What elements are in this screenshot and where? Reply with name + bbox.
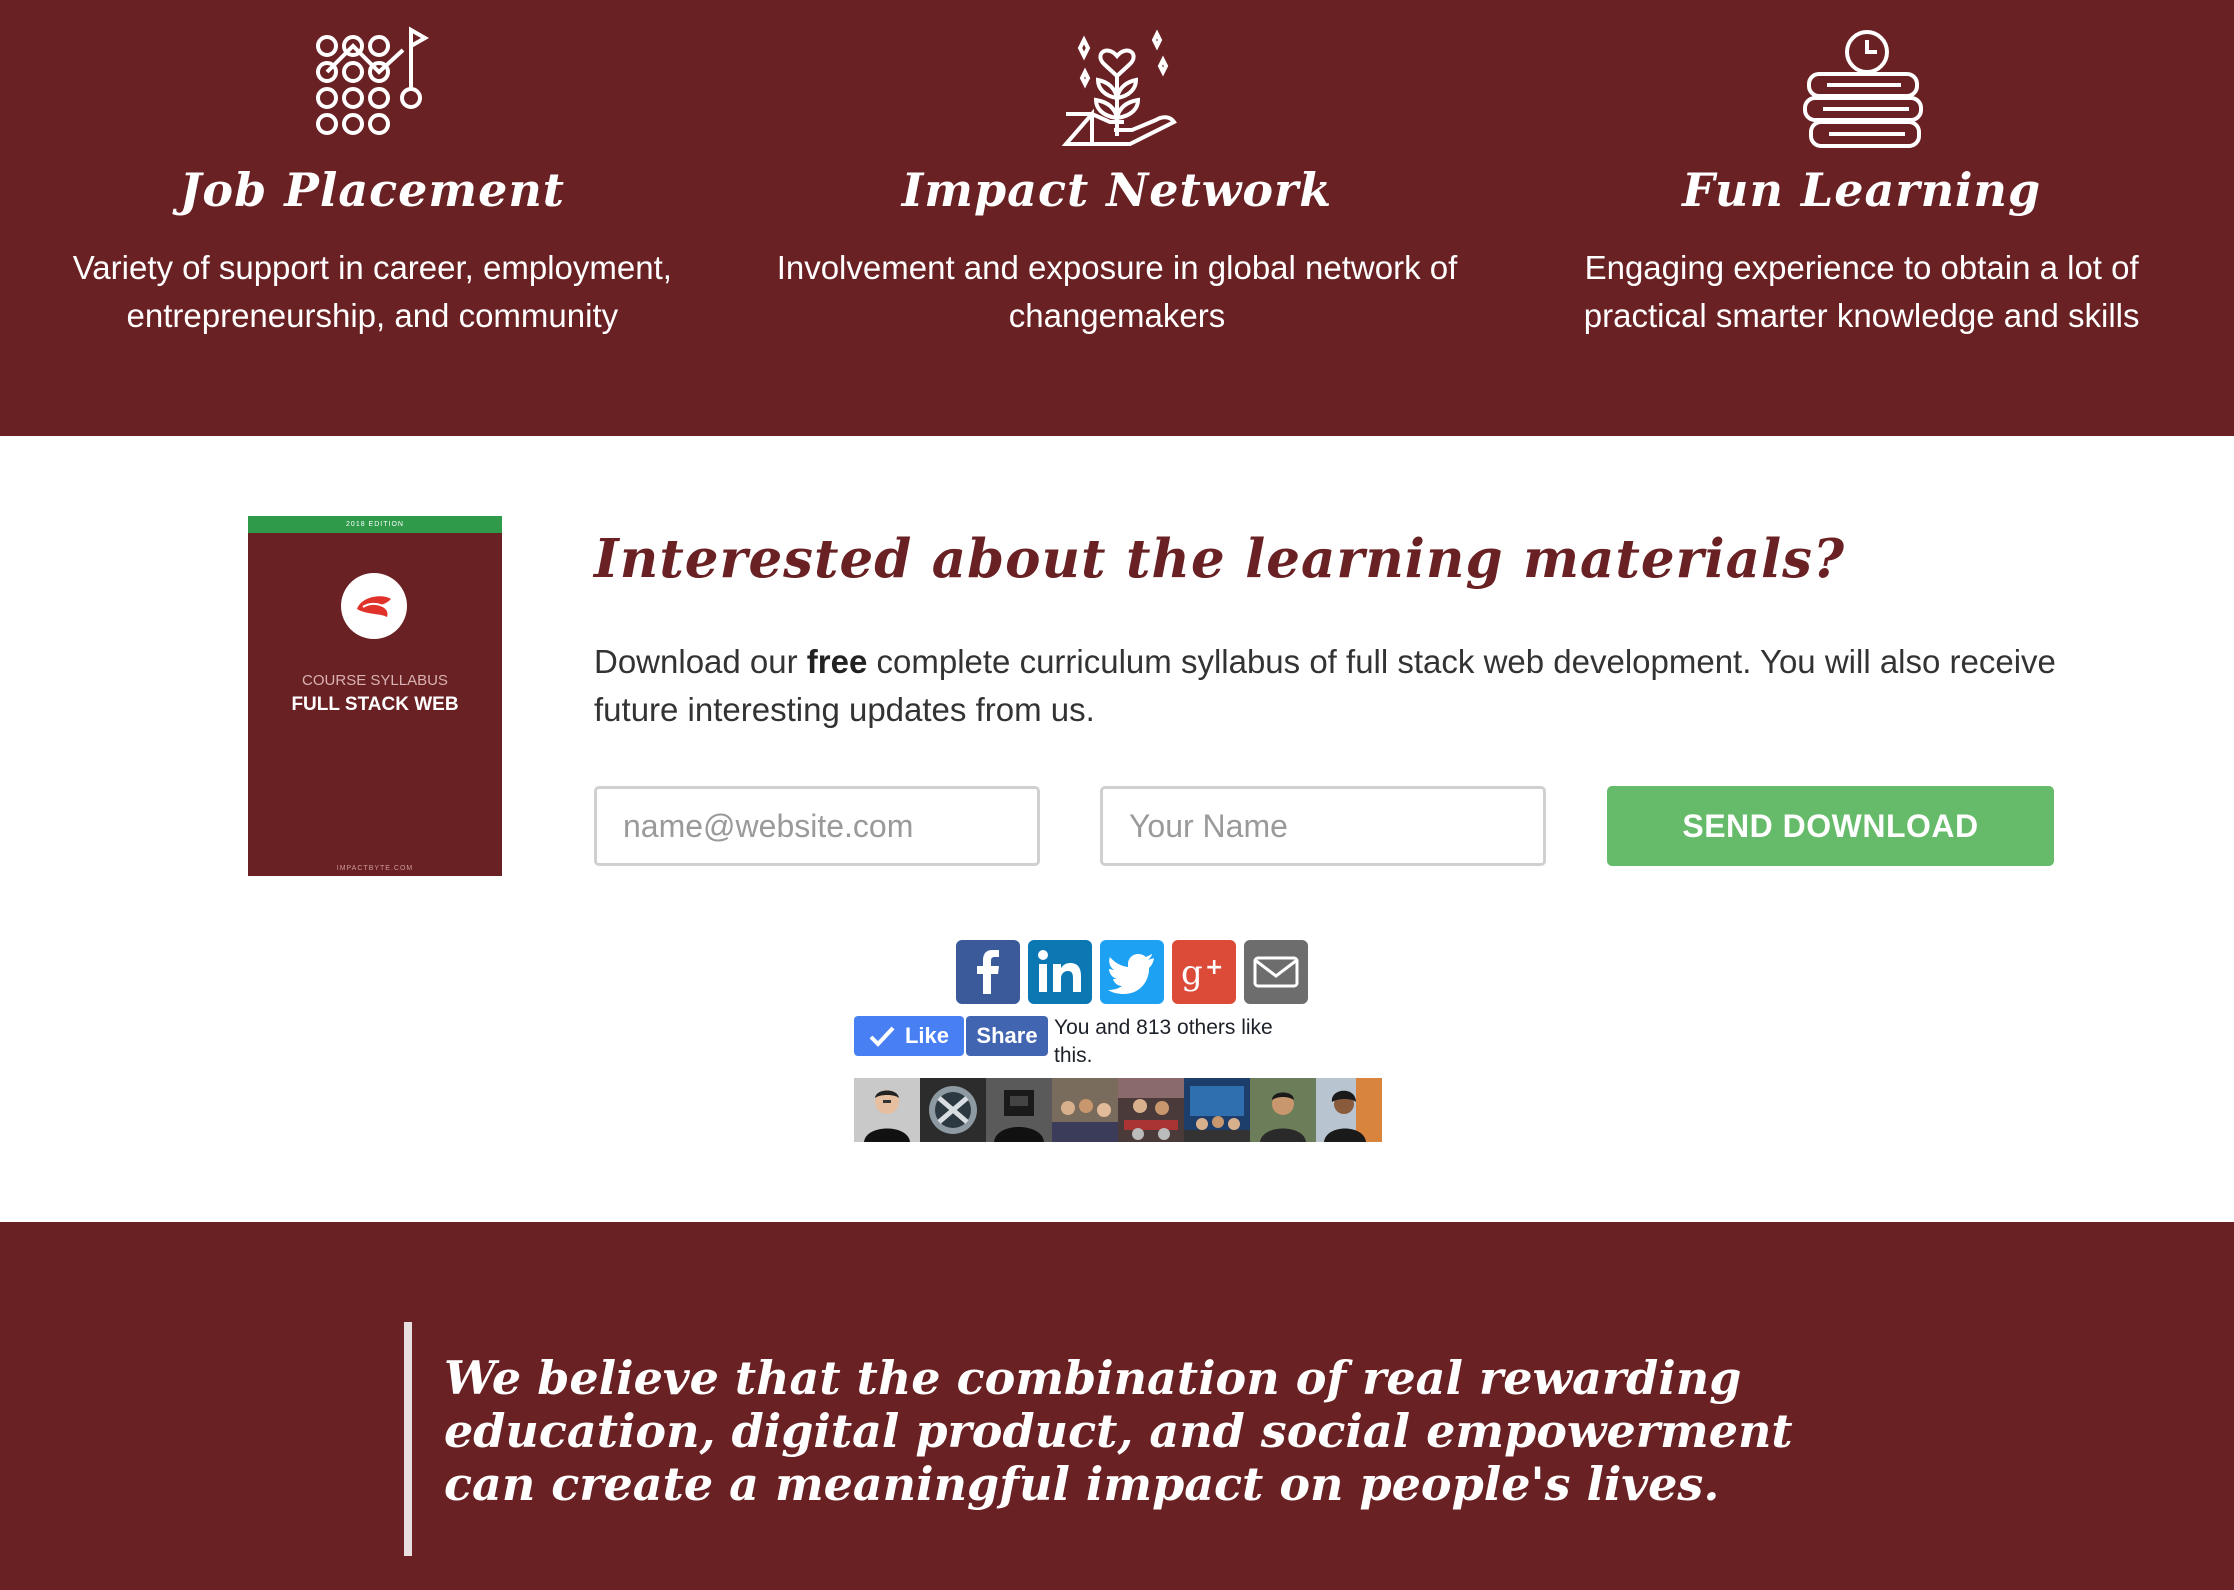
svg-text:g: g [1181, 953, 1203, 993]
avatar[interactable] [1118, 1078, 1184, 1142]
feature-title: Impact Network [901, 163, 1333, 217]
avatar[interactable] [986, 1078, 1052, 1142]
download-section: 2018 EDITION COURSE SYLLABUS FULL STACK … [0, 436, 2234, 1222]
strategy-board-icon [307, 26, 437, 152]
facebook-like-widget: Like Share You and 813 others like this. [854, 1014, 1382, 1164]
feature-text: Involvement and exposure in global netwo… [776, 249, 1458, 334]
feature-fun-learning: Fun Learning Engaging experience to obta… [1489, 0, 2234, 436]
avatar[interactable] [1184, 1078, 1250, 1142]
feature-impact-network: Impact Network Involvement and exposure … [745, 0, 1490, 436]
email-input[interactable] [594, 786, 1040, 866]
quote-bar [404, 1322, 412, 1556]
quote-section: We believe that the combination of real … [0, 1222, 2234, 1590]
feature-text: Engaging experience to obtain a lot of p… [1583, 249, 2140, 334]
feature-title: Job Placement [179, 163, 566, 217]
download-description: Download our free complete curriculum sy… [594, 638, 2064, 734]
send-download-button[interactable]: SEND DOWNLOAD [1607, 786, 2054, 866]
like-count-text: You and 813 others like this. [1054, 1016, 1273, 1067]
description-free: free [806, 643, 868, 680]
syllabus-book-cover: 2018 EDITION COURSE SYLLABUS FULL STACK … [248, 516, 502, 876]
features-section: Job Placement Variety of support in care… [0, 0, 2234, 436]
facebook-share-button[interactable]: Share [966, 1016, 1048, 1056]
share-buttons: g + [956, 940, 1308, 1004]
name-input[interactable] [1100, 786, 1546, 866]
email-icon[interactable] [1244, 940, 1308, 1004]
mission-quote: We believe that the combination of real … [444, 1351, 1793, 1511]
book-edition: 2018 EDITION [248, 516, 502, 533]
feature-text: Variety of support in career, employment… [72, 249, 672, 334]
book-site: IMPACTBYTE.COM [336, 865, 414, 872]
feature-title: Fun Learning [1682, 163, 2042, 217]
impactbyte-logo-icon [341, 573, 407, 639]
book-title: FULL STACK WEB [291, 694, 459, 715]
friend-faces [854, 1078, 1382, 1142]
download-title: Interested about the learning materials? [594, 528, 1846, 590]
feature-job-placement: Job Placement Variety of support in care… [0, 0, 745, 436]
twitter-icon[interactable] [1100, 940, 1164, 1004]
svg-text:+: + [1205, 955, 1223, 980]
facebook-icon[interactable] [956, 940, 1020, 1004]
avatar[interactable] [920, 1078, 986, 1142]
facebook-like-button[interactable]: Like [854, 1016, 964, 1056]
hand-plant-heart-icon [1052, 26, 1182, 152]
avatar[interactable] [1316, 1078, 1382, 1142]
avatar[interactable] [1052, 1078, 1118, 1142]
book-course-label: COURSE SYLLABUS [302, 672, 448, 689]
description-part: Download our [594, 643, 807, 680]
avatar[interactable] [1250, 1078, 1316, 1142]
avatar[interactable] [854, 1078, 920, 1142]
linkedin-icon[interactable] [1028, 940, 1092, 1004]
books-clock-icon [1797, 26, 1927, 152]
google-plus-icon[interactable]: g + [1172, 940, 1236, 1004]
like-label: Like [904, 1023, 950, 1048]
checkmark-icon [869, 1026, 895, 1047]
